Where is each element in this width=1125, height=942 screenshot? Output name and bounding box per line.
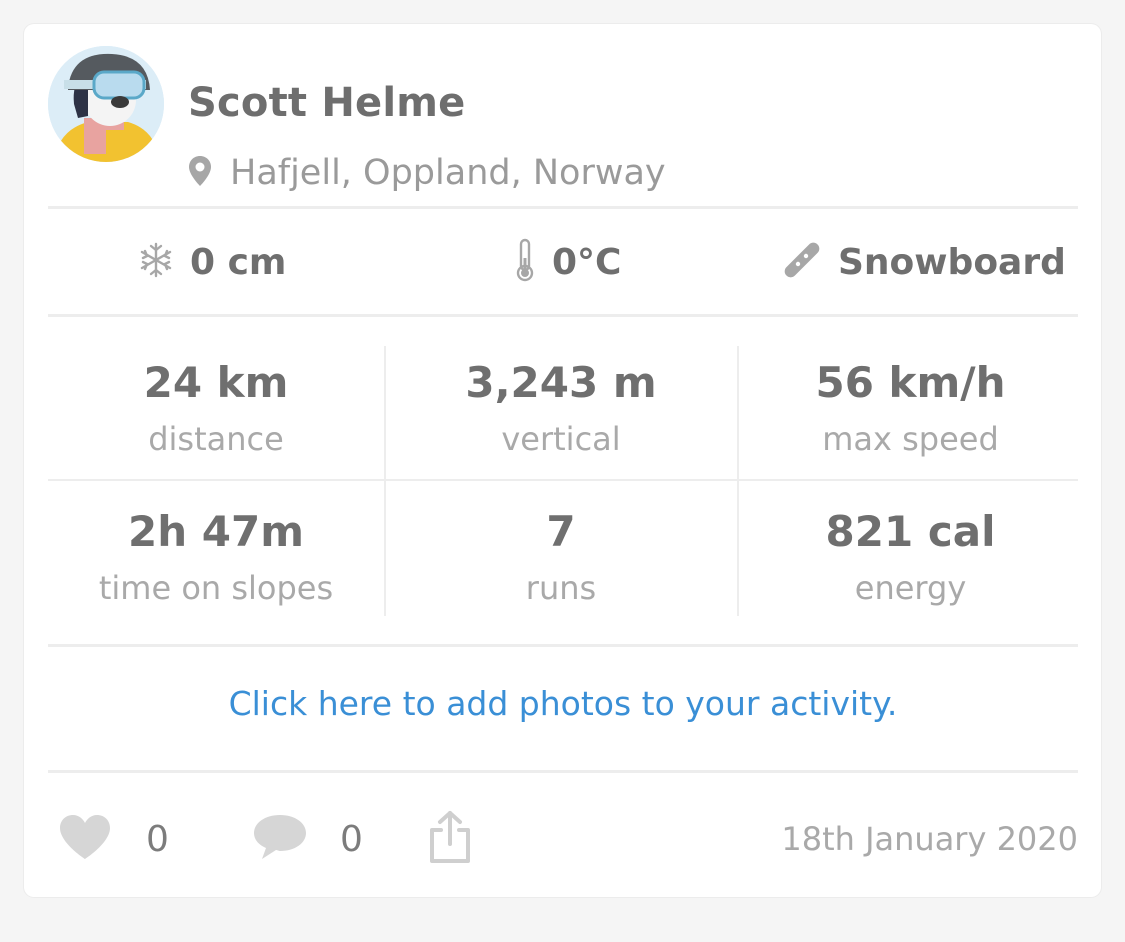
comment-count: 0 bbox=[340, 818, 363, 860]
stat-label: max speed bbox=[822, 420, 999, 458]
speech-bubble-icon[interactable] bbox=[252, 813, 308, 865]
stat-value: 56 km/h bbox=[815, 358, 1006, 407]
snow-depth: 0 cm bbox=[138, 210, 286, 314]
stats-column-divider bbox=[384, 346, 386, 616]
activity-footer: 0 0 18th January 2020 bbox=[48, 804, 1078, 874]
snowboard-icon bbox=[782, 240, 822, 284]
snowflake-icon bbox=[138, 242, 174, 282]
stat-value: 3,243 m bbox=[465, 358, 657, 407]
stat-max-speed: 56 km/h max speed bbox=[743, 346, 1078, 481]
avatar[interactable] bbox=[48, 46, 164, 162]
comment-button[interactable]: 0 bbox=[252, 804, 363, 874]
photos-divider bbox=[48, 770, 1078, 773]
stat-value: 24 km bbox=[143, 358, 289, 407]
sport-type-value: Snowboard bbox=[838, 241, 1066, 283]
stat-energy: 821 cal energy bbox=[743, 481, 1078, 616]
conditions-divider bbox=[48, 314, 1078, 317]
stats-column-divider bbox=[737, 346, 739, 616]
thermometer-icon bbox=[514, 238, 536, 286]
header-divider bbox=[48, 206, 1078, 209]
stat-value: 821 cal bbox=[825, 507, 996, 556]
stat-label: runs bbox=[525, 569, 597, 607]
user-name[interactable]: Scott Helme bbox=[188, 80, 466, 126]
stat-label: distance bbox=[148, 420, 284, 458]
activity-header: Scott Helme Hafjell, Oppland, Norway bbox=[48, 46, 1078, 208]
stats-divider bbox=[48, 644, 1078, 647]
stat-label: energy bbox=[854, 569, 967, 607]
add-photos-link[interactable]: Click here to add photos to your activit… bbox=[48, 684, 1078, 723]
like-button[interactable]: 0 bbox=[58, 804, 169, 874]
temperature-value: 0°C bbox=[552, 241, 622, 283]
like-count: 0 bbox=[146, 818, 169, 860]
temperature: 0°C bbox=[514, 210, 621, 314]
heart-icon[interactable] bbox=[58, 813, 112, 865]
activity-date: 18th January 2020 bbox=[781, 820, 1078, 858]
stat-value: 2h 47m bbox=[128, 507, 304, 556]
snow-depth-value: 0 cm bbox=[190, 241, 287, 283]
map-pin-icon bbox=[188, 155, 212, 191]
stat-distance: 24 km distance bbox=[48, 346, 384, 481]
sport-type: Snowboard bbox=[782, 210, 1066, 314]
stat-label: time on slopes bbox=[98, 569, 334, 607]
stat-vertical: 3,243 m vertical bbox=[393, 346, 729, 481]
conditions-row: 0 cm 0°C Snowboard bbox=[48, 210, 1078, 314]
location-row: Hafjell, Oppland, Norway bbox=[188, 150, 666, 196]
stat-label: vertical bbox=[501, 420, 621, 458]
stat-value: 7 bbox=[546, 507, 576, 556]
share-button[interactable] bbox=[428, 804, 472, 874]
stat-time-on-slopes: 2h 47m time on slopes bbox=[48, 481, 384, 616]
location-text: Hafjell, Oppland, Norway bbox=[230, 153, 666, 193]
share-icon[interactable] bbox=[428, 810, 472, 868]
stats-grid: 24 km distance 3,243 m vertical 56 km/h … bbox=[48, 346, 1078, 616]
activity-card: Scott Helme Hafjell, Oppland, Norway 0 c… bbox=[24, 24, 1101, 897]
stat-runs: 7 runs bbox=[393, 481, 729, 616]
